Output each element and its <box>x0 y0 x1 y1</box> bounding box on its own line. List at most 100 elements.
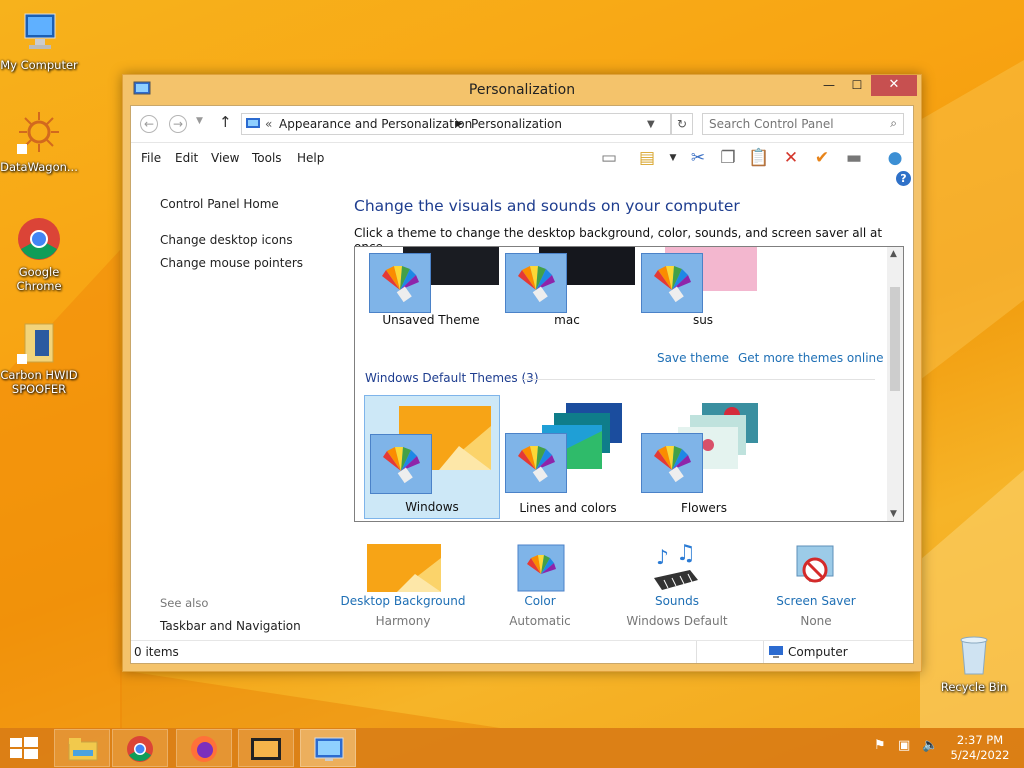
palette-icon <box>505 433 567 493</box>
sounds-label[interactable]: Sounds <box>612 594 742 608</box>
clock-date: 5/24/2022 <box>950 748 1010 762</box>
windows-logo-icon <box>10 737 38 759</box>
menu-help[interactable]: Help <box>297 151 324 165</box>
status-location: Computer <box>788 645 848 659</box>
screen-saver-value: None <box>800 614 832 628</box>
gallery-scrollbar[interactable]: ▲ ▼ <box>887 247 903 521</box>
color-label[interactable]: Color <box>475 594 605 608</box>
breadcrumb-appearance[interactable]: Appearance and Personalization <box>279 117 472 131</box>
taskbar-firefox[interactable] <box>176 729 232 767</box>
delete-icon[interactable]: ✕ <box>779 147 803 169</box>
minimize-button[interactable]: — <box>815 75 843 96</box>
view-icon[interactable]: ▬ <box>842 147 866 169</box>
scroll-thumb[interactable] <box>890 287 900 391</box>
search-box[interactable]: ⌕ <box>702 113 904 135</box>
taskbar-file-explorer[interactable] <box>54 729 110 767</box>
menu-tools[interactable]: Tools <box>252 151 282 165</box>
theme-flowers[interactable]: Flowers <box>636 395 772 519</box>
theme-unsaved[interactable]: Unsaved Theme <box>363 247 499 339</box>
taskbar: ⚑ ▣ 🔈 2:37 PM 5/24/2022 <box>0 728 1024 768</box>
taskbar-and-navigation-link[interactable]: Taskbar and Navigation <box>160 619 301 633</box>
up-arrow-icon[interactable]: ↑ <box>219 113 232 131</box>
address-dropdown-icon[interactable]: ▼ <box>647 119 655 130</box>
forward-button[interactable]: → <box>169 115 187 133</box>
left-navigation-pane: Control Panel Home Change desktop icons … <box>131 172 336 672</box>
scroll-down-icon[interactable]: ▼ <box>890 509 897 519</box>
desktop-background-icon <box>367 544 441 592</box>
search-icon[interactable]: ⌕ <box>890 116 897 131</box>
desktop-icon-label: Google Chrome <box>16 265 62 293</box>
layout-icon[interactable]: ▭ <box>597 147 621 169</box>
sounds-icon: ♪ ♫ <box>654 544 698 590</box>
recycle-bin-icon <box>950 630 998 678</box>
sun-app-icon <box>15 110 63 158</box>
palette-icon <box>370 434 432 494</box>
network-icon[interactable]: ▣ <box>898 738 910 753</box>
color-value: Automatic <box>509 614 571 628</box>
change-desktop-icons-link[interactable]: Change desktop icons <box>160 233 293 247</box>
breadcrumb-overflow[interactable]: « <box>265 117 272 131</box>
computer-icon <box>15 8 63 56</box>
status-item-count: 0 items <box>134 645 179 659</box>
theme-mac[interactable]: mac <box>499 247 635 339</box>
maximize-button[interactable]: ☐ <box>843 75 871 96</box>
save-theme-link[interactable]: Save theme <box>657 351 729 365</box>
taskbar-control-panel[interactable] <box>300 729 356 767</box>
palette-icon <box>641 433 703 493</box>
get-more-themes-link[interactable]: Get more themes online <box>738 351 884 365</box>
search-input[interactable] <box>709 117 879 131</box>
menu-edit[interactable]: Edit <box>175 151 198 165</box>
recent-dropdown-icon[interactable]: ▼ <box>196 116 203 126</box>
desktop-icon-label: DataWagon... <box>0 160 78 174</box>
cut-icon[interactable]: ✂ <box>686 147 710 169</box>
scroll-up-icon[interactable]: ▲ <box>890 249 897 259</box>
computer-icon <box>769 646 783 658</box>
volume-muted-icon[interactable]: 🔈 <box>922 738 938 753</box>
see-also-heading: See also <box>160 596 209 610</box>
screen-saver-label[interactable]: Screen Saver <box>751 594 881 608</box>
personalization-window: Personalization — ☐ ✕ ← → ▼ ↑ « Appearan… <box>122 74 922 672</box>
refresh-button[interactable]: ↻ <box>671 113 693 135</box>
desktop-icon-label: Recycle Bin <box>940 680 1008 694</box>
theme-windows[interactable]: Windows <box>364 395 500 519</box>
system-clock[interactable]: 2:37 PM 5/24/2022 <box>950 733 1010 763</box>
globe-icon[interactable]: ● <box>883 147 907 169</box>
status-divider <box>763 641 764 663</box>
desktop-icon-carbon-hwid-spoofer[interactable]: Carbon HWID SPOOFER <box>0 318 79 396</box>
toolbar-dropdown-icon[interactable]: ▼ <box>661 147 685 169</box>
desktop-icon-my-computer[interactable]: My Computer <box>0 8 79 72</box>
status-bar: 0 items Computer <box>131 640 913 663</box>
menu-view[interactable]: View <box>211 151 239 165</box>
paste-icon[interactable]: 📋 <box>747 147 771 169</box>
desktop-icon-datawagon[interactable]: DataWagon... <box>0 110 79 174</box>
copy-icon[interactable]: ❐ <box>716 147 740 169</box>
address-bar[interactable]: « Appearance and Personalization ▶ Perso… <box>241 113 671 135</box>
change-mouse-pointers-link[interactable]: Change mouse pointers <box>160 256 303 270</box>
taskbar-media[interactable] <box>238 729 294 767</box>
close-button[interactable]: ✕ <box>871 75 917 96</box>
theme-sus[interactable]: sus <box>635 247 771 339</box>
desktop-icon-google-chrome[interactable]: Google Chrome <box>0 215 79 293</box>
start-button[interactable] <box>10 737 38 762</box>
desktop-background-value: Harmony <box>375 614 431 628</box>
palette-icon <box>369 253 431 313</box>
folder-options-icon[interactable]: ▤ <box>635 147 659 169</box>
desktop-background-label[interactable]: Desktop Background <box>338 594 468 608</box>
desktop-icon-recycle-bin[interactable]: Recycle Bin <box>934 630 1014 694</box>
theme-label: mac <box>554 313 580 327</box>
menu-file[interactable]: File <box>141 151 161 165</box>
properties-icon[interactable]: ✔ <box>810 147 834 169</box>
back-button[interactable]: ← <box>140 115 158 133</box>
control-panel-home-link[interactable]: Control Panel Home <box>160 197 279 211</box>
action-center-flag-icon[interactable]: ⚑ <box>874 738 886 753</box>
theme-label: Flowers <box>681 501 727 515</box>
screen-saver-icon <box>796 545 834 583</box>
taskbar-chrome[interactable] <box>112 729 168 767</box>
theme-lines-and-colors[interactable]: Lines and colors <box>500 395 636 519</box>
title-bar[interactable]: Personalization — ☐ ✕ <box>123 75 921 105</box>
color-icon <box>517 544 565 592</box>
desktop-icon-label: Carbon HWID SPOOFER <box>0 368 78 396</box>
breadcrumb-personalization[interactable]: Personalization <box>471 117 562 131</box>
theme-label: sus <box>692 313 714 327</box>
breadcrumb-separator-icon[interactable]: ▶ <box>456 119 463 129</box>
